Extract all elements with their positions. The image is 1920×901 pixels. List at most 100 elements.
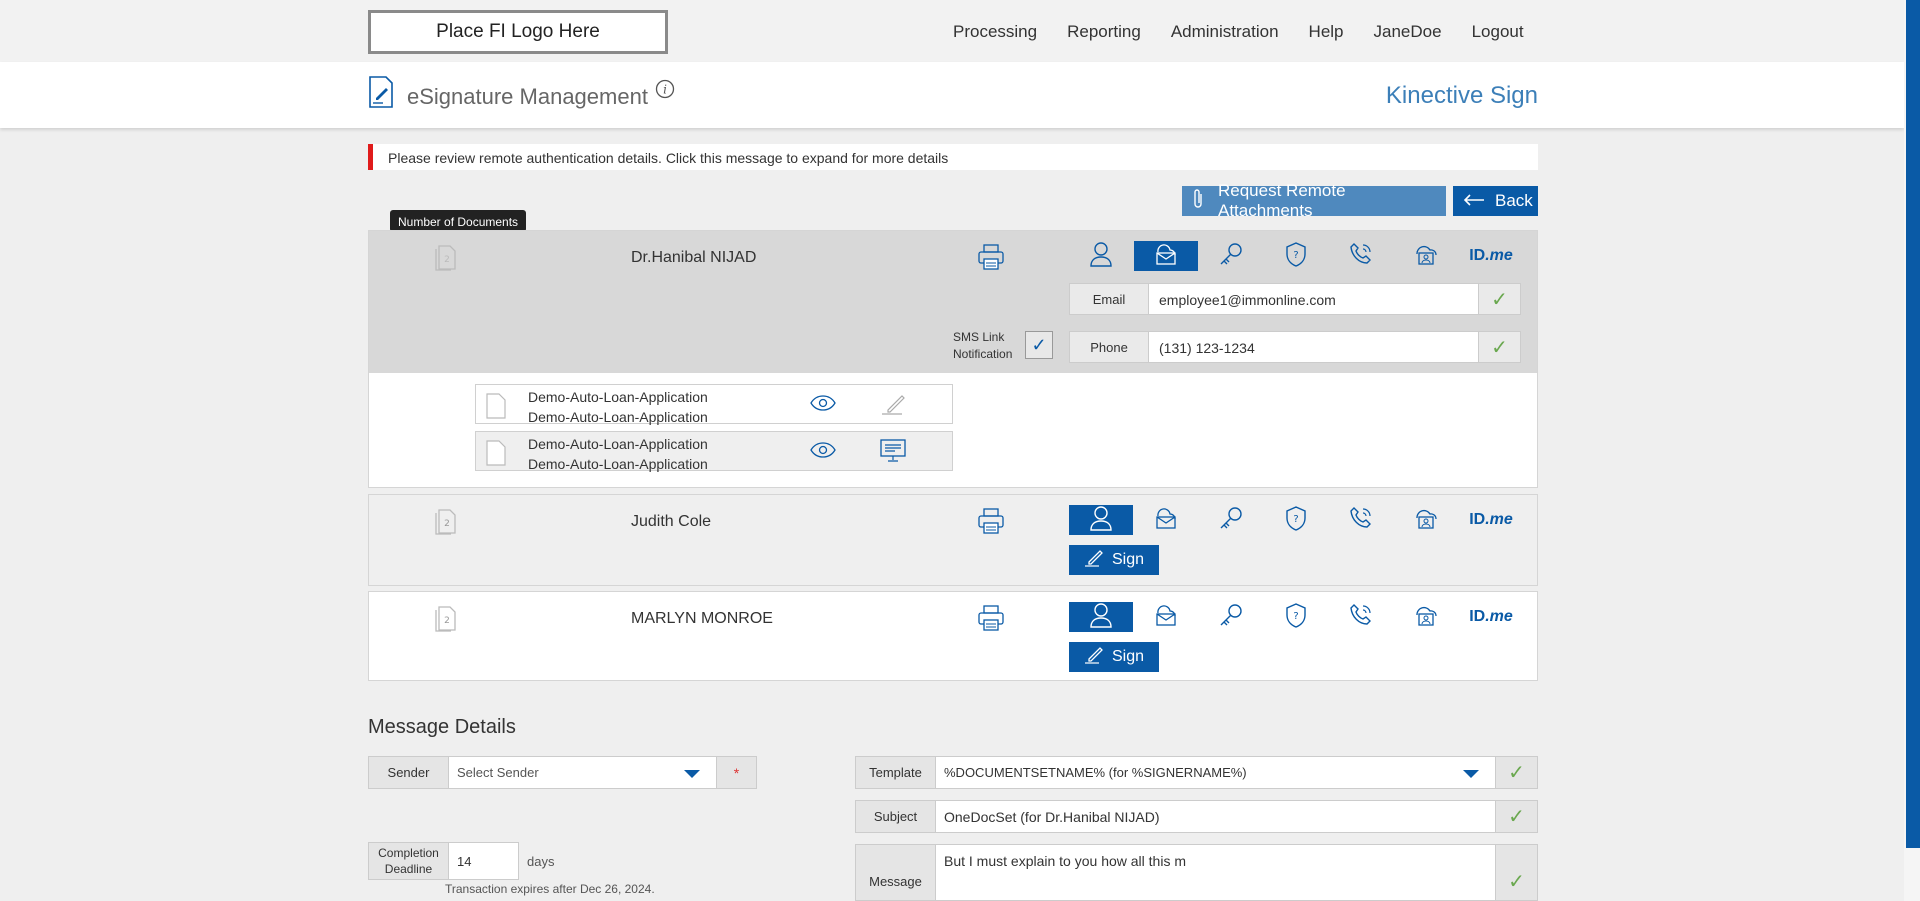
auth-kba[interactable]: ? <box>1264 505 1328 535</box>
cloud-mail-icon <box>1152 243 1180 270</box>
svg-text:?: ? <box>1293 611 1298 622</box>
svg-text:i: i <box>663 83 667 97</box>
auth-in-person[interactable] <box>1069 505 1133 535</box>
printer-icon[interactable] <box>977 243 1005 276</box>
subject-control: Subject OneDocSet (for Dr.Hanibal NIJAD)… <box>855 800 1538 833</box>
sign-button[interactable]: Sign <box>1069 545 1159 575</box>
main-nav: Processing Reporting Administration Help… <box>953 22 1554 42</box>
auth-phone[interactable] <box>1329 602 1393 632</box>
auth-idme[interactable]: ID.me <box>1459 241 1523 271</box>
nav-administration[interactable]: Administration <box>1171 22 1279 42</box>
days-label: days <box>527 854 555 869</box>
shield-question-icon: ? <box>1284 602 1308 633</box>
signer-name: Judith Cole <box>631 513 712 530</box>
email-input[interactable]: employee1@immonline.com <box>1149 283 1479 315</box>
signer-card: 2 MARLYN MONROE ? ID.me Sign <box>368 591 1538 681</box>
brand-name: Kinective Sign <box>1385 82 1538 109</box>
phone-field: Phone (131) 123-1234 ✓ <box>1069 331 1521 363</box>
scrollbar-thumb[interactable] <box>1906 0 1920 848</box>
nav-user[interactable]: JaneDoe <box>1374 22 1442 42</box>
phone-icon <box>1348 602 1374 633</box>
info-icon[interactable]: i <box>655 79 675 104</box>
auth-email[interactable] <box>1134 241 1198 271</box>
message-details-title: Message Details <box>368 716 516 738</box>
shield-question-icon: ? <box>1284 505 1308 536</box>
pen-sign-icon[interactable] <box>880 392 908 421</box>
required-indicator: * <box>717 756 757 789</box>
auth-id-verify[interactable] <box>1394 505 1458 535</box>
cloud-mail-icon <box>1152 604 1180 631</box>
cloud-id-icon <box>1412 506 1440 535</box>
auth-email[interactable] <box>1134 505 1198 535</box>
key-icon <box>1218 602 1244 633</box>
nav-reporting[interactable]: Reporting <box>1067 22 1141 42</box>
phone-input[interactable]: (131) 123-1234 <box>1149 331 1479 363</box>
auth-in-person[interactable] <box>1069 241 1133 271</box>
document-name: Demo-Auto-Loan-Application Demo-Auto-Loan… <box>528 436 708 472</box>
template-label: Template <box>855 756 936 789</box>
auth-id-verify[interactable] <box>1394 602 1458 632</box>
signer-name: Dr.Hanibal NIJAD <box>631 249 757 266</box>
paperclip-icon <box>1192 188 1204 215</box>
number-of-documents-tooltip: Number of Documents <box>390 210 527 238</box>
message-control: Message But I must explain to you how al… <box>855 844 1538 901</box>
auth-methods: ? ID.me <box>1069 241 1524 271</box>
sender-select[interactable]: Select Sender <box>449 756 717 789</box>
nav-logout[interactable]: Logout <box>1472 22 1524 42</box>
monitor-icon[interactable] <box>880 439 906 468</box>
auth-phone[interactable] <box>1329 241 1393 271</box>
signer-header: 2 Dr.Hanibal NIJAD ? ID.me Email employe… <box>369 231 1537 373</box>
email-field: Email employee1@immonline.com ✓ <box>1069 283 1521 315</box>
sign-label: Sign <box>1111 648 1145 665</box>
auth-idme[interactable]: ID.me <box>1459 602 1523 632</box>
pen-icon <box>1084 646 1104 669</box>
sms-link-notification-label: SMS Link Notification <box>953 330 1013 361</box>
subject-check-icon: ✓ <box>1496 800 1538 833</box>
auth-email[interactable] <box>1134 602 1198 632</box>
auth-review-alert[interactable]: Please review remote authentication deta… <box>368 144 1538 170</box>
message-check-icon: ✓ <box>1496 844 1538 901</box>
document-count-icon: 2 <box>435 606 457 637</box>
printer-icon[interactable] <box>977 604 1005 637</box>
document-count-icon: 2 <box>435 509 457 540</box>
sign-button[interactable]: Sign <box>1069 642 1159 672</box>
eye-icon[interactable] <box>810 395 836 416</box>
top-bar: Place FI Logo Here Processing Reporting … <box>0 0 1904 62</box>
auth-kba[interactable]: ? <box>1264 241 1328 271</box>
cloud-mail-icon <box>1152 507 1180 534</box>
sms-link-notification-checkbox[interactable]: ✓ <box>1025 331 1053 359</box>
person-icon <box>1089 505 1113 536</box>
phone-icon <box>1348 505 1374 536</box>
svg-text:2: 2 <box>444 255 450 265</box>
back-button[interactable]: Back <box>1453 186 1538 216</box>
auth-id-verify[interactable] <box>1394 241 1458 271</box>
page-header: eSignature Management i Kinective Sign <box>0 62 1904 128</box>
phone-check-icon: ✓ <box>1479 331 1521 363</box>
idme-logo: ID.me <box>1469 247 1513 264</box>
nav-help[interactable]: Help <box>1309 22 1344 42</box>
phone-icon <box>1348 241 1374 272</box>
auth-methods: ? ID.me <box>1069 505 1524 535</box>
nav-processing[interactable]: Processing <box>953 22 1037 42</box>
completion-deadline-input[interactable]: 14 <box>449 842 519 880</box>
eye-icon[interactable] <box>810 442 836 463</box>
message-textarea[interactable]: But I must explain to you how all this m <box>936 844 1496 901</box>
request-remote-attachments-button[interactable]: Request Remote Attachments <box>1182 181 1446 220</box>
shield-question-icon: ? <box>1284 241 1308 272</box>
template-select[interactable]: %DOCUMENTSETNAME% (for %SIGNERNAME%) <box>936 756 1496 789</box>
auth-phone[interactable] <box>1329 505 1393 535</box>
subject-input[interactable]: OneDocSet (for Dr.Hanibal NIJAD) <box>936 800 1496 833</box>
sender-label: Sender <box>368 756 449 789</box>
auth-in-person[interactable] <box>1069 602 1133 632</box>
auth-key[interactable] <box>1199 241 1263 271</box>
auth-key[interactable] <box>1199 505 1263 535</box>
page-scrollbar[interactable] <box>1904 0 1920 901</box>
auth-key[interactable] <box>1199 602 1263 632</box>
printer-icon[interactable] <box>977 507 1005 540</box>
sign-label: Sign <box>1111 551 1145 568</box>
auth-methods: ? ID.me <box>1069 602 1524 632</box>
auth-kba[interactable]: ? <box>1264 602 1328 632</box>
auth-idme[interactable]: ID.me <box>1459 505 1523 535</box>
person-icon <box>1089 602 1113 633</box>
document-count-icon: 2 <box>435 245 457 276</box>
